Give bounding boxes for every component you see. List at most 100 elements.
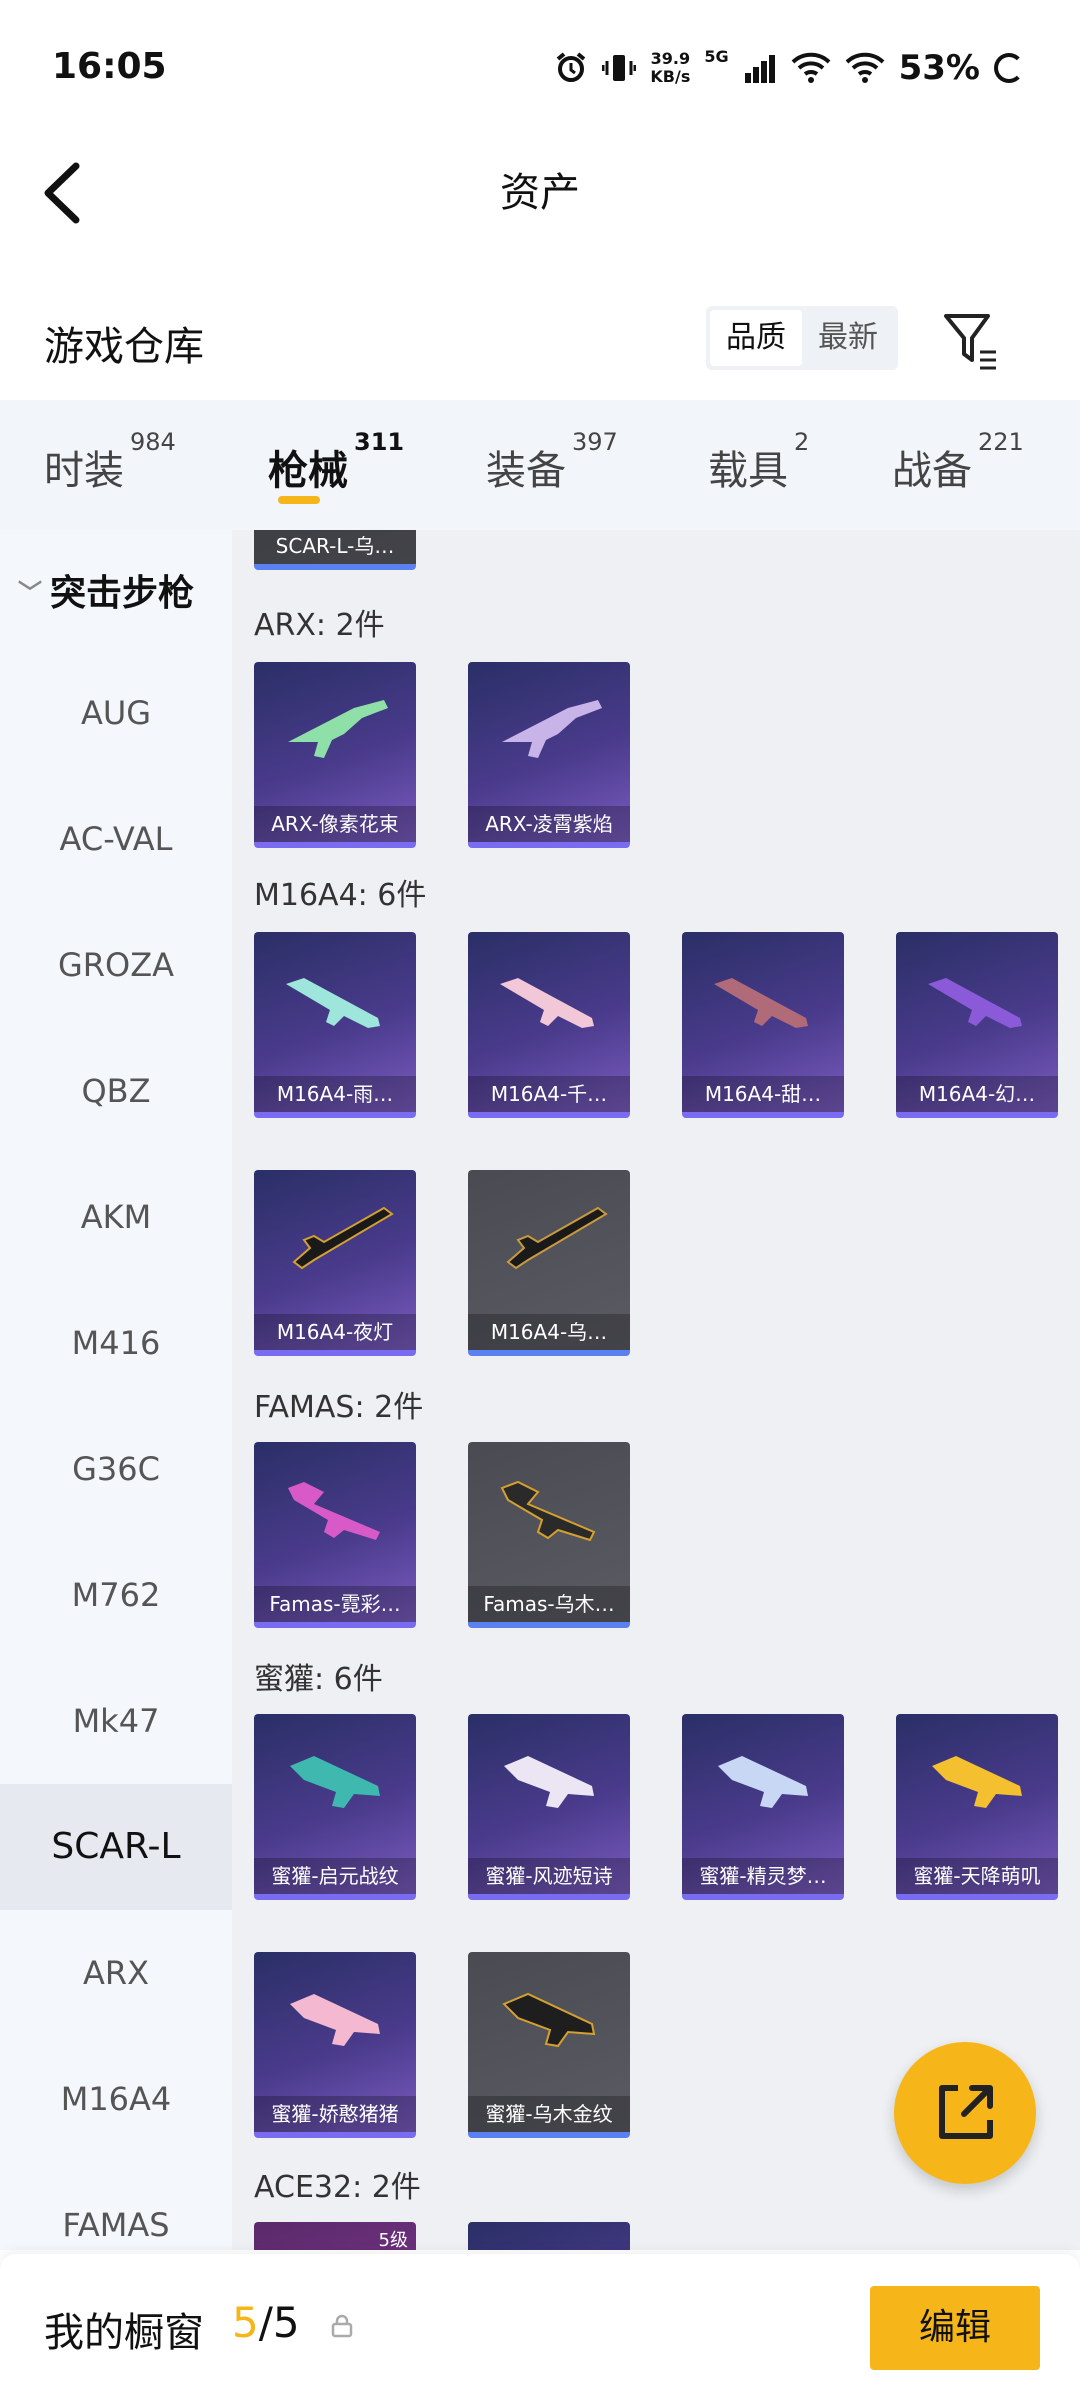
group-label-arx: ARX: 2件 [254,608,385,643]
group-label-honey-badger: 蜜獾: 6件 [254,1662,383,1697]
status-bar: 16:05 39.9 KB/s 5G 53% [0,0,1080,140]
vibrate-icon [602,55,637,81]
rifle-icon [504,1756,594,1808]
skin-name: M16A4-甜… [682,1076,844,1112]
skin-card[interactable]: 蜜獾-娇憨猪猪 [254,1952,416,2138]
section-title: 游戏仓库 [44,324,204,370]
skin-card[interactable]: M16A4-乌… [468,1170,630,1356]
skin-name: M16A4-乌… [468,1314,630,1350]
skin-name: 蜜獾-精灵梦… [682,1858,844,1894]
edit-button[interactable]: 编辑 [870,2286,1040,2370]
sidebar-item-g36c[interactable]: G36C [0,1406,232,1532]
skin-name: SCAR-L-乌… [254,530,416,564]
rifle-icon [288,1482,380,1540]
sidebar-item-m416[interactable]: M416 [0,1280,232,1406]
sidebar-item-akm[interactable]: AKM [0,1154,232,1280]
nav-bar: 资产 [0,140,1080,250]
skin-card[interactable]: 蜜獾-乌木金纹 [468,1952,630,2138]
skin-name: M16A4-雨… [254,1076,416,1112]
status-icons: 39.9 KB/s 5G 53% [554,46,1024,88]
share-button[interactable] [894,2042,1036,2184]
skin-card[interactable]: SCAR-L-乌… [254,530,416,570]
category-tabs: 时装 984 枪械 311 装备 397 载具 2 战备 221 [0,400,1080,530]
rifle-icon [932,1756,1022,1808]
skin-card[interactable]: Famas-乌木… [468,1442,630,1628]
rifle-icon [714,978,808,1028]
showcase-title: 我的橱窗 [44,2310,204,2356]
sidebar-item-ac-val[interactable]: AC-VAL [0,776,232,902]
rifle-icon [292,1206,394,1270]
skin-card[interactable]: M16A4-雨… [254,932,416,1118]
tab-active-indicator [278,496,320,504]
group-label-ace32: ACE32: 2件 [254,2170,421,2205]
sidebar-item-famas[interactable]: FAMAS [0,2162,232,2250]
wifi-icon-2 [845,52,884,83]
skin-grid: SCAR-L-乌… ARX: 2件 ARX-像素花束 ARX-凌霄紫焰 M16A… [232,530,1080,2250]
rifle-icon [500,978,594,1028]
skin-name: M16A4-幻… [896,1076,1058,1112]
tab-equipment[interactable]: 装备 397 [450,400,670,530]
skin-card[interactable]: 蜜獾-精灵梦… [682,1714,844,1900]
network-type: 5G [704,46,729,66]
skin-card[interactable]: 5级 [254,2222,416,2250]
showcase-count: 5/5 [232,2298,300,2347]
rifle-icon [928,978,1022,1028]
tab-supplies[interactable]: 战备 221 [860,400,1080,530]
skin-name: ARX-像素花束 [254,806,416,842]
rifle-icon [286,978,380,1028]
skin-name: ARX-凌霄紫焰 [468,806,630,842]
rifle-icon [502,1992,596,2048]
skin-card[interactable]: 蜜獾-风迹短诗 [468,1714,630,1900]
rifle-icon [290,1994,380,2046]
section-header: 游戏仓库 品质 最新 [0,290,1080,390]
skin-level-badge: 5级 [378,2230,408,2250]
rifle-icon [500,1480,596,1542]
status-time: 16:05 [52,46,167,87]
skin-card[interactable]: Famas-霓彩… [254,1442,416,1628]
sidebar-item-aug[interactable]: AUG [0,650,232,776]
wifi-icon [791,52,830,83]
sidebar-item-scar-l[interactable]: SCAR-L [0,1784,232,1910]
skin-name: 蜜獾-乌木金纹 [468,2096,630,2132]
battery-percent: 53% [898,48,980,88]
skin-card[interactable]: 蜜獾-天降萌叽 [896,1714,1058,1900]
skin-card[interactable]: 蜜獾-启元战纹 [254,1714,416,1900]
signal-icon [744,55,775,83]
sort-newest-option[interactable]: 最新 [802,310,894,366]
skin-name: 蜜獾-天降萌叽 [896,1858,1058,1894]
sidebar-item-mk47[interactable]: Mk47 [0,1658,232,1784]
sidebar-item-arx[interactable]: ARX [0,1910,232,2036]
sidebar-item-m16a4[interactable]: M16A4 [0,2036,232,2162]
sort-toggle: 品质 最新 [706,306,898,370]
showcase-bar: 我的橱窗 5/5 编辑 [0,2254,1080,2400]
tab-vehicles[interactable]: 载具 2 [670,400,860,530]
skin-card[interactable]: M16A4-夜灯 [254,1170,416,1356]
group-label-m16a4: M16A4: 6件 [254,878,427,913]
skin-card[interactable]: M16A4-幻… [896,932,1058,1118]
sidebar-group-assault-rifles[interactable]: ﹀ 突击步枪 [0,530,232,650]
sort-quality-option[interactable]: 品质 [710,310,802,366]
skin-card[interactable]: ARX-像素花束 [254,662,416,848]
skin-name: 蜜獾-风迹短诗 [468,1858,630,1894]
filter-icon[interactable] [940,308,1000,372]
tab-weapons[interactable]: 枪械 311 [230,400,450,530]
skin-card[interactable]: ARX-凌霄紫焰 [468,662,630,848]
skin-name: 蜜獾-启元战纹 [254,1858,416,1894]
tab-fashion[interactable]: 时装 984 [0,400,230,530]
sidebar-item-m762[interactable]: M762 [0,1532,232,1658]
skin-name: 蜜獾-娇憨猪猪 [254,2096,416,2132]
skin-card[interactable] [468,2222,630,2250]
rifle-icon [288,700,388,758]
rifle-icon [290,1756,380,1808]
chevron-down-icon: ﹀ [18,578,42,607]
skin-name: Famas-霓彩… [254,1586,416,1622]
skin-card[interactable]: M16A4-甜… [682,932,844,1118]
rifle-icon [718,1756,808,1808]
skin-card[interactable]: M16A4-千… [468,932,630,1118]
battery-icon [994,53,1024,83]
sidebar-item-qbz[interactable]: QBZ [0,1028,232,1154]
network-speed: 39.9 KB/s [650,49,691,86]
lock-icon [331,2314,353,2338]
skin-name: M16A4-千… [468,1076,630,1112]
sidebar-item-groza[interactable]: GROZA [0,902,232,1028]
